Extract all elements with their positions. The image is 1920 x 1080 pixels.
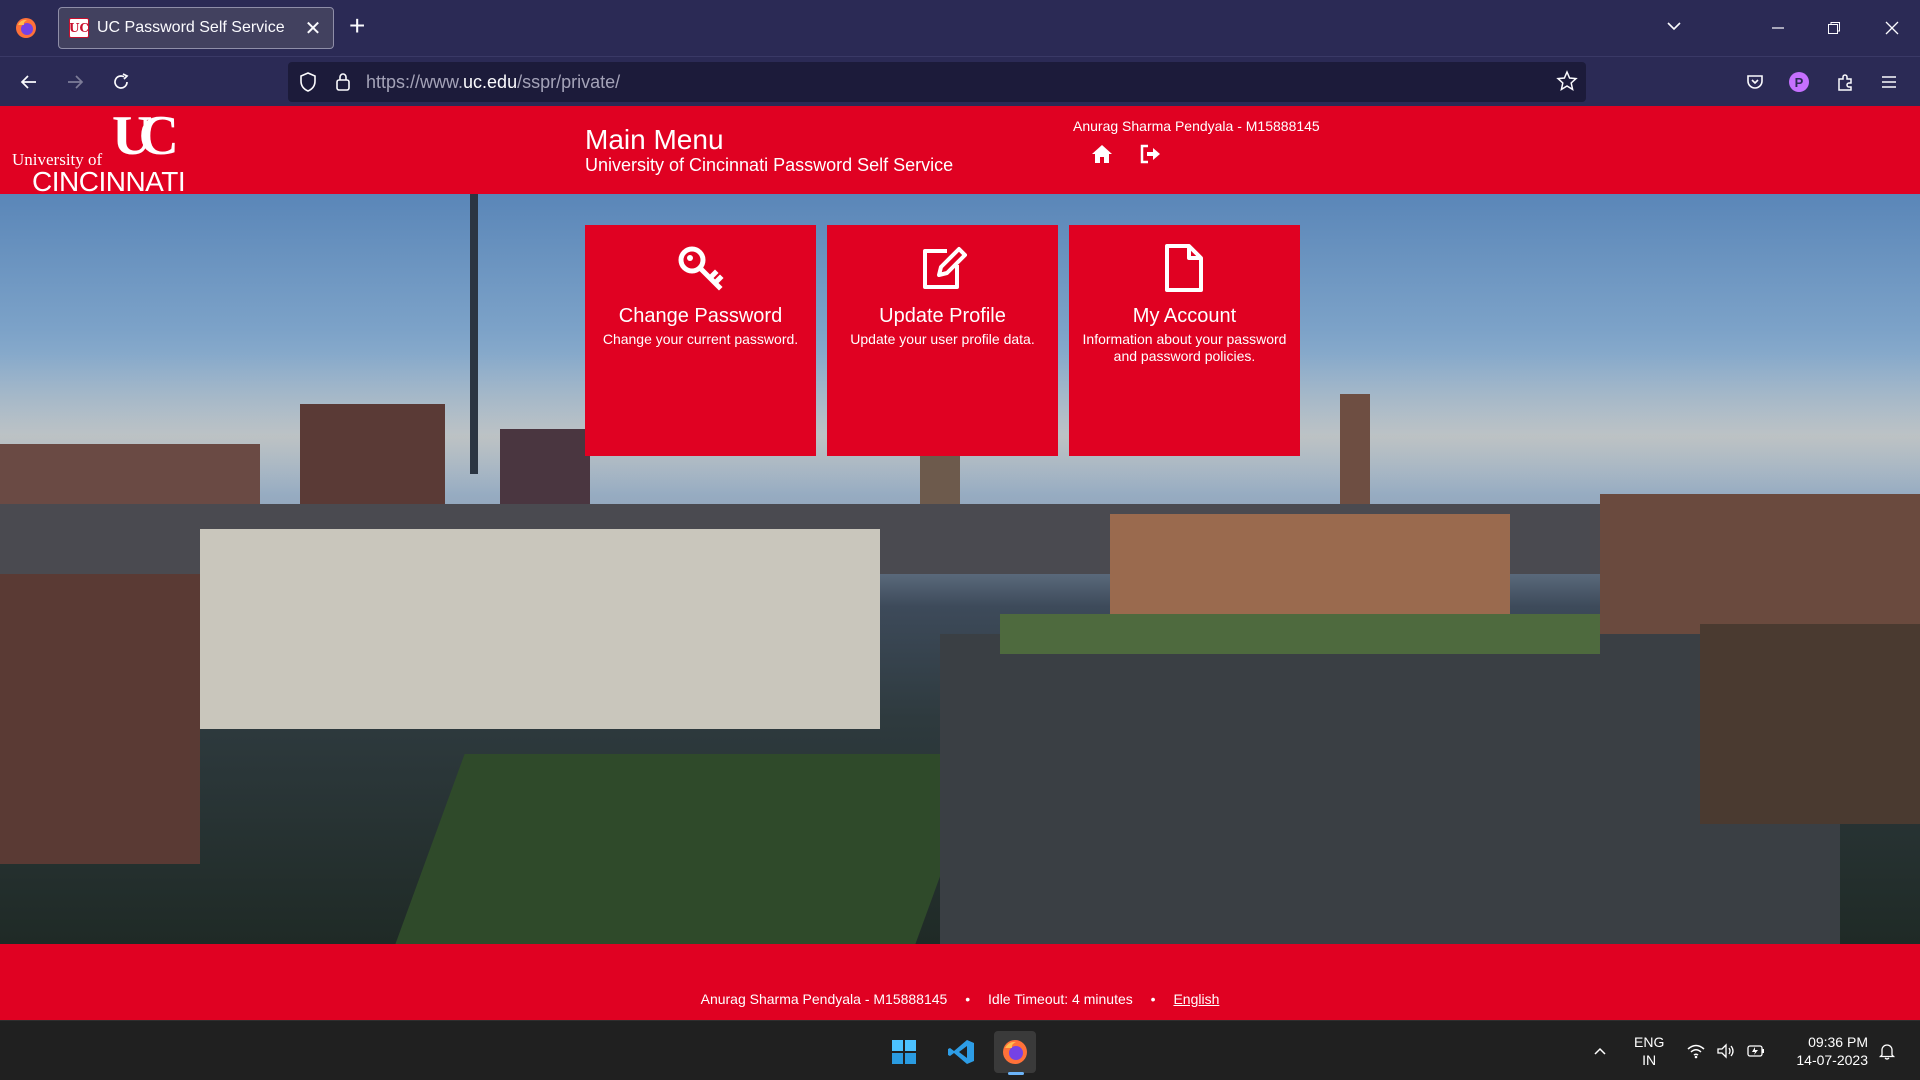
wifi-icon[interactable] xyxy=(1686,1021,1706,1080)
firefox-taskbar-icon[interactable] xyxy=(994,1031,1036,1075)
show-hidden-icons-icon[interactable] xyxy=(1592,1021,1608,1080)
header-username: Anurag Sharma Pendyala - M15888145 xyxy=(1073,118,1320,134)
page-subtitle: University of Cincinnati Password Self S… xyxy=(585,155,954,175)
volume-icon[interactable] xyxy=(1716,1021,1736,1080)
page-title: Main Menu xyxy=(585,124,724,155)
key-icon xyxy=(675,243,725,293)
lock-icon[interactable] xyxy=(334,71,352,98)
footer-username: Anurag Sharma Pendyala - M15888145 xyxy=(700,991,948,1007)
vscode-icon[interactable] xyxy=(940,1031,982,1073)
reload-icon[interactable] xyxy=(106,67,136,97)
language-indicator[interactable]: ENG IN xyxy=(1634,1033,1664,1069)
battery-icon[interactable] xyxy=(1746,1021,1766,1080)
tile-description: Update your user profile data. xyxy=(850,331,1035,347)
list-all-tabs-icon[interactable] xyxy=(1664,16,1684,41)
web-page: UC University of CINCINNATI Main Menu Un… xyxy=(0,106,1920,1020)
back-icon[interactable] xyxy=(14,67,44,97)
home-icon[interactable] xyxy=(1090,142,1114,166)
url-bar[interactable]: https://www.uc.edu/sspr/private/ xyxy=(288,62,1586,102)
windows-taskbar: ENG IN 09:36 PM 14-07-2023 xyxy=(0,1020,1920,1080)
new-tab-icon[interactable]: + xyxy=(349,12,365,40)
change-password-tile[interactable]: Change Password Change your current pass… xyxy=(585,225,816,456)
tracking-protection-icon[interactable] xyxy=(298,71,318,98)
idle-timeout: Idle Timeout: 4 minutes xyxy=(988,991,1133,1007)
browser-nav-bar: https://www.uc.edu/sspr/private/ P xyxy=(0,56,1920,106)
uc-logo[interactable]: UC University of CINCINNATI xyxy=(12,108,202,197)
clock-time: 09:36 PM xyxy=(1808,1034,1868,1050)
close-window-icon[interactable] xyxy=(1864,0,1920,56)
bookmark-star-icon[interactable] xyxy=(1556,70,1578,97)
tile-title: Change Password xyxy=(618,305,783,327)
uc-favicon-icon: UC xyxy=(69,18,89,38)
tile-title: My Account xyxy=(1132,305,1237,327)
logout-icon[interactable] xyxy=(1138,142,1162,166)
tab-close-icon[interactable]: ✕ xyxy=(303,16,323,41)
tile-description: Change your current password. xyxy=(602,331,799,347)
restore-icon[interactable] xyxy=(1806,0,1862,56)
browser-tab-bar: UC UC Password Self Service ✕ + xyxy=(0,0,1920,56)
update-profile-tile[interactable]: Update Profile Update your user profile … xyxy=(827,225,1058,456)
active-tab[interactable]: UC UC Password Self Service ✕ xyxy=(58,7,334,49)
document-icon xyxy=(1159,243,1209,293)
firefox-menu-icon[interactable] xyxy=(10,12,42,44)
menu-tiles: Change Password Change your current pass… xyxy=(585,225,1300,456)
edit-icon xyxy=(917,243,967,293)
footer-status: Anurag Sharma Pendyala - M15888145 • Idl… xyxy=(700,991,1220,1007)
tab-title: UC Password Self Service xyxy=(97,19,285,36)
system-clock[interactable]: 09:36 PM 14-07-2023 xyxy=(1776,1033,1868,1069)
site-header: UC University of CINCINNATI Main Menu Un… xyxy=(0,106,1920,197)
site-footer: Anurag Sharma Pendyala - M15888145 • Idl… xyxy=(0,944,1920,1020)
language-link[interactable]: English xyxy=(1173,991,1219,1007)
notification-icon[interactable] xyxy=(1878,1021,1896,1080)
my-account-tile[interactable]: My Account Information about your passwo… xyxy=(1069,225,1300,456)
pocket-icon[interactable] xyxy=(1740,67,1770,97)
clock-date: 14-07-2023 xyxy=(1796,1052,1868,1068)
url-text[interactable]: https://www.uc.edu/sspr/private/ xyxy=(366,72,620,93)
windows-start-icon[interactable] xyxy=(883,1031,925,1073)
hamburger-menu-icon[interactable] xyxy=(1874,67,1904,97)
forward-icon[interactable] xyxy=(60,67,90,97)
tile-description: Information about your password and pass… xyxy=(1082,331,1287,364)
tile-title: Update Profile xyxy=(879,305,1006,327)
account-avatar[interactable]: P xyxy=(1784,67,1814,97)
minimize-icon[interactable] xyxy=(1750,0,1806,56)
extensions-icon[interactable] xyxy=(1830,67,1860,97)
